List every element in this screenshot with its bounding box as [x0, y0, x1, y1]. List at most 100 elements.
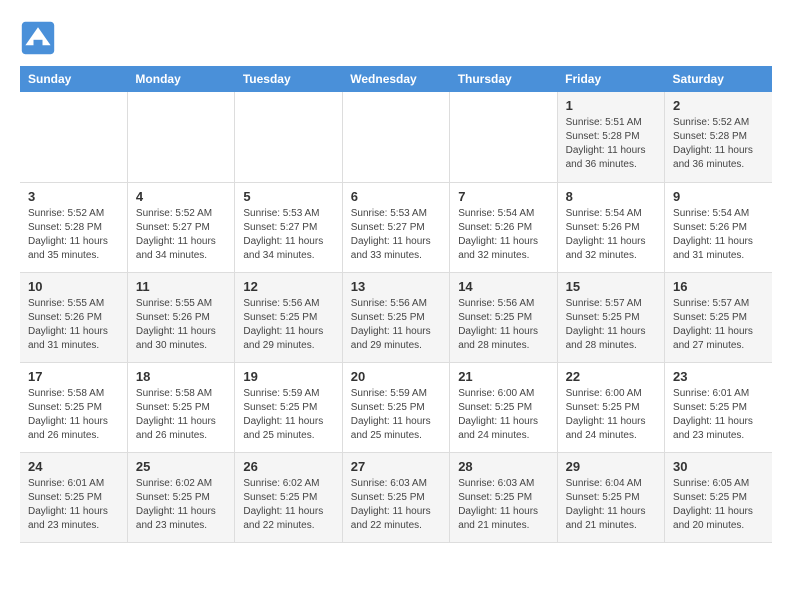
- calendar-cell: 15 Sunrise: 5:57 AM Sunset: 5:25 PM Dayli…: [557, 272, 664, 362]
- calendar-cell: 14 Sunrise: 5:56 AM Sunset: 5:25 PM Dayli…: [450, 272, 557, 362]
- day-number: 4: [136, 189, 226, 204]
- day-number: 15: [566, 279, 656, 294]
- day-number: 30: [673, 459, 764, 474]
- day-number: 1: [566, 98, 656, 113]
- calendar-cell: 9 Sunrise: 5:54 AM Sunset: 5:26 PM Daylig…: [665, 182, 772, 272]
- day-number: 7: [458, 189, 548, 204]
- day-number: 20: [351, 369, 441, 384]
- calendar-cell: [235, 92, 342, 182]
- day-info: Sunrise: 5:58 AM Sunset: 5:25 PM Dayligh…: [28, 387, 119, 443]
- calendar-cell: [450, 92, 557, 182]
- col-header-sunday: Sunday: [20, 66, 127, 92]
- day-number: 25: [136, 459, 226, 474]
- calendar-cell: 23 Sunrise: 6:01 AM Sunset: 5:25 PM Dayli…: [665, 362, 772, 452]
- calendar-cell: 30 Sunrise: 6:05 AM Sunset: 5:25 PM Dayli…: [665, 452, 772, 542]
- day-info: Sunrise: 5:55 AM Sunset: 5:26 PM Dayligh…: [136, 297, 226, 353]
- col-header-friday: Friday: [557, 66, 664, 92]
- logo: [20, 20, 62, 56]
- day-number: 23: [673, 369, 764, 384]
- day-number: 5: [243, 189, 333, 204]
- day-info: Sunrise: 5:54 AM Sunset: 5:26 PM Dayligh…: [458, 207, 548, 263]
- calendar-cell: 25 Sunrise: 6:02 AM Sunset: 5:25 PM Dayli…: [127, 452, 234, 542]
- calendar-cell: 10Sunrise: 5:55 AM Sunset: 5:26 PM Dayli…: [20, 272, 127, 362]
- calendar-cell: 7 Sunrise: 5:54 AM Sunset: 5:26 PM Daylig…: [450, 182, 557, 272]
- day-info: Sunrise: 5:58 AM Sunset: 5:25 PM Dayligh…: [136, 387, 226, 443]
- day-info: Sunrise: 5:59 AM Sunset: 5:25 PM Dayligh…: [243, 387, 333, 443]
- day-info: Sunrise: 5:56 AM Sunset: 5:25 PM Dayligh…: [351, 297, 441, 353]
- calendar-week-4: 17 Sunrise: 5:58 AM Sunset: 5:25 PM Dayli…: [20, 362, 772, 452]
- calendar-cell: 17 Sunrise: 5:58 AM Sunset: 5:25 PM Dayli…: [20, 362, 127, 452]
- calendar-cell: 20 Sunrise: 5:59 AM Sunset: 5:25 PM Dayli…: [342, 362, 449, 452]
- day-info: Sunrise: 6:01 AM Sunset: 5:25 PM Dayligh…: [28, 477, 119, 533]
- day-info: Sunrise: 6:02 AM Sunset: 5:25 PM Dayligh…: [243, 477, 333, 533]
- day-number: 29: [566, 459, 656, 474]
- day-info: Sunrise: 5:56 AM Sunset: 5:25 PM Dayligh…: [458, 297, 548, 353]
- calendar-cell: 22 Sunrise: 6:00 AM Sunset: 5:25 PM Dayli…: [557, 362, 664, 452]
- day-number: 18: [136, 369, 226, 384]
- day-number: 14: [458, 279, 548, 294]
- day-number: 6: [351, 189, 441, 204]
- day-info: Sunrise: 5:54 AM Sunset: 5:26 PM Dayligh…: [566, 207, 656, 263]
- day-info: Sunrise: 6:01 AM Sunset: 5:25 PM Dayligh…: [673, 387, 764, 443]
- day-info: Sunrise: 6:00 AM Sunset: 5:25 PM Dayligh…: [458, 387, 548, 443]
- day-info: Sunrise: 5:56 AM Sunset: 5:25 PM Dayligh…: [243, 297, 333, 353]
- day-number: 3: [28, 189, 119, 204]
- col-header-tuesday: Tuesday: [235, 66, 342, 92]
- day-number: 21: [458, 369, 548, 384]
- day-info: Sunrise: 5:53 AM Sunset: 5:27 PM Dayligh…: [243, 207, 333, 263]
- day-number: 22: [566, 369, 656, 384]
- calendar-cell: 1 Sunrise: 5:51 AM Sunset: 5:28 PM Daylig…: [557, 92, 664, 182]
- day-info: Sunrise: 6:00 AM Sunset: 5:25 PM Dayligh…: [566, 387, 656, 443]
- logo-icon: [20, 20, 56, 56]
- calendar-cell: 16 Sunrise: 5:57 AM Sunset: 5:25 PM Dayli…: [665, 272, 772, 362]
- day-number: 16: [673, 279, 764, 294]
- calendar-cell: 29 Sunrise: 6:04 AM Sunset: 5:25 PM Dayli…: [557, 452, 664, 542]
- col-header-wednesday: Wednesday: [342, 66, 449, 92]
- day-info: Sunrise: 6:05 AM Sunset: 5:25 PM Dayligh…: [673, 477, 764, 533]
- col-header-saturday: Saturday: [665, 66, 772, 92]
- day-number: 24: [28, 459, 119, 474]
- calendar-cell: 18 Sunrise: 5:58 AM Sunset: 5:25 PM Dayli…: [127, 362, 234, 452]
- day-number: 28: [458, 459, 548, 474]
- day-info: Sunrise: 5:57 AM Sunset: 5:25 PM Dayligh…: [566, 297, 656, 353]
- day-info: Sunrise: 5:59 AM Sunset: 5:25 PM Dayligh…: [351, 387, 441, 443]
- calendar-table: SundayMondayTuesdayWednesdayThursdayFrid…: [20, 66, 772, 543]
- day-number: 8: [566, 189, 656, 204]
- calendar-cell: 12 Sunrise: 5:56 AM Sunset: 5:25 PM Dayli…: [235, 272, 342, 362]
- calendar-cell: 21 Sunrise: 6:00 AM Sunset: 5:25 PM Dayli…: [450, 362, 557, 452]
- day-info: Sunrise: 5:54 AM Sunset: 5:26 PM Dayligh…: [673, 207, 764, 263]
- day-info: Sunrise: 6:03 AM Sunset: 5:25 PM Dayligh…: [351, 477, 441, 533]
- day-info: Sunrise: 5:57 AM Sunset: 5:25 PM Dayligh…: [673, 297, 764, 353]
- day-number: 17: [28, 369, 119, 384]
- calendar-cell: 2Sunrise: 5:52 AM Sunset: 5:28 PM Daylig…: [665, 92, 772, 182]
- day-number: 9: [673, 189, 764, 204]
- calendar-cell: 26 Sunrise: 6:02 AM Sunset: 5:25 PM Dayli…: [235, 452, 342, 542]
- calendar-cell: 27Sunrise: 6:03 AM Sunset: 5:25 PM Dayli…: [342, 452, 449, 542]
- calendar-cell: 6 Sunrise: 5:53 AM Sunset: 5:27 PM Daylig…: [342, 182, 449, 272]
- day-info: Sunrise: 5:52 AM Sunset: 5:27 PM Dayligh…: [136, 207, 226, 263]
- day-info: Sunrise: 6:04 AM Sunset: 5:25 PM Dayligh…: [566, 477, 656, 533]
- day-info: Sunrise: 5:53 AM Sunset: 5:27 PM Dayligh…: [351, 207, 441, 263]
- calendar-week-1: 1 Sunrise: 5:51 AM Sunset: 5:28 PM Daylig…: [20, 92, 772, 182]
- page-header: [20, 20, 772, 56]
- calendar-week-5: 24 Sunrise: 6:01 AM Sunset: 5:25 PM Dayli…: [20, 452, 772, 542]
- calendar-header-row: SundayMondayTuesdayWednesdayThursdayFrid…: [20, 66, 772, 92]
- calendar-cell: 24 Sunrise: 6:01 AM Sunset: 5:25 PM Dayli…: [20, 452, 127, 542]
- calendar-cell: [127, 92, 234, 182]
- day-number: 13: [351, 279, 441, 294]
- calendar-cell: 11 Sunrise: 5:55 AM Sunset: 5:26 PM Dayli…: [127, 272, 234, 362]
- day-number: 26: [243, 459, 333, 474]
- day-number: 11: [136, 279, 226, 294]
- day-number: 10: [28, 279, 119, 294]
- day-info: Sunrise: 5:52 AM Sunset: 5:28 PM Dayligh…: [673, 116, 764, 172]
- calendar-cell: 5 Sunrise: 5:53 AM Sunset: 5:27 PM Daylig…: [235, 182, 342, 272]
- day-number: 12: [243, 279, 333, 294]
- calendar-cell: [20, 92, 127, 182]
- day-info: Sunrise: 5:51 AM Sunset: 5:28 PM Dayligh…: [566, 116, 656, 172]
- day-info: Sunrise: 6:02 AM Sunset: 5:25 PM Dayligh…: [136, 477, 226, 533]
- calendar-cell: 13 Sunrise: 5:56 AM Sunset: 5:25 PM Dayli…: [342, 272, 449, 362]
- day-info: Sunrise: 5:52 AM Sunset: 5:28 PM Dayligh…: [28, 207, 119, 263]
- col-header-thursday: Thursday: [450, 66, 557, 92]
- calendar-cell: 8 Sunrise: 5:54 AM Sunset: 5:26 PM Daylig…: [557, 182, 664, 272]
- calendar-cell: 3 Sunrise: 5:52 AM Sunset: 5:28 PM Daylig…: [20, 182, 127, 272]
